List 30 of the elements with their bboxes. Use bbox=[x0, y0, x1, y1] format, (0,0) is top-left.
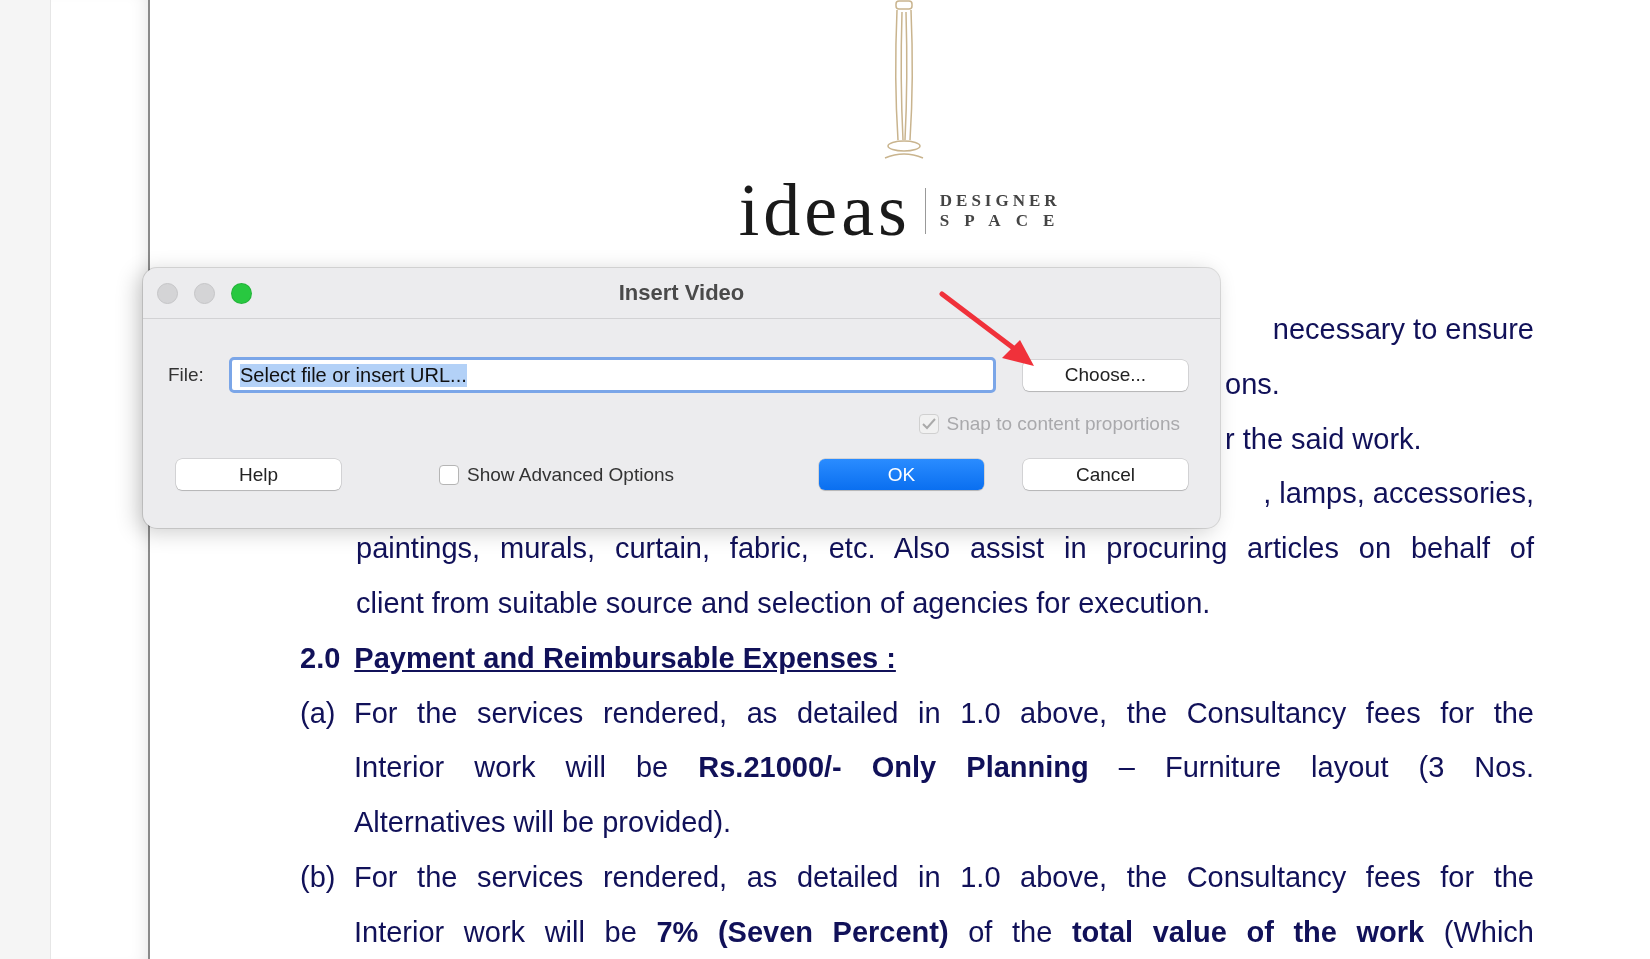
checkbox-label: Snap to content proportions bbox=[946, 413, 1180, 435]
logo-wordmark: ideas bbox=[738, 168, 911, 253]
document-text: Interior work will be 7% (Seven Percent) of the total value of the work (Which bbox=[354, 914, 1534, 950]
checkbox[interactable] bbox=[439, 464, 459, 485]
document-text: r the said work. bbox=[1225, 421, 1422, 457]
zoom-button[interactable] bbox=[231, 282, 252, 304]
file-input-field[interactable]: Select file or insert URL... bbox=[229, 357, 996, 393]
dialog-title: Insert Video bbox=[618, 280, 745, 306]
help-button[interactable]: Help bbox=[176, 459, 341, 490]
document-text: For the services rendered, as detailed in 1.0 above, the Consultancy fees for the bbox=[354, 695, 1534, 731]
item-label: (a) bbox=[300, 695, 337, 731]
cancel-button[interactable]: Cancel bbox=[1023, 459, 1188, 490]
file-label: File: bbox=[168, 364, 205, 386]
choose-button[interactable]: Choose... bbox=[1023, 359, 1188, 391]
logo-tagline: SPACE bbox=[939, 210, 1070, 231]
document-text: paintings, murals, curtain, fabric, etc. Also assist in procuring articles on behalf of bbox=[356, 531, 1534, 567]
ok-button[interactable]: OK bbox=[819, 459, 984, 490]
checkmark-icon bbox=[921, 418, 936, 430]
item-label: (b) bbox=[300, 859, 337, 895]
section-heading: Payment and Reimbursable Expenses : bbox=[354, 640, 896, 676]
checkbox-label: Show Advanced Options bbox=[467, 463, 675, 486]
document-text: Alternatives will be provided). bbox=[354, 805, 732, 841]
document-text: For the services rendered, as detailed in 1.0 above, the Consultancy fees for the bbox=[354, 859, 1534, 895]
logo-tagline: DESIGNER bbox=[939, 190, 1062, 211]
document-text: Interior work will be Rs.21000/- Only Planning – Furniture layout (3 Nos. bbox=[354, 750, 1534, 786]
section-number: 2.0 bbox=[300, 640, 341, 676]
document-text: client from suitable source and selection of agencies for execution. bbox=[356, 586, 1211, 621]
document-text: necessary to ensure bbox=[1272, 312, 1534, 347]
document-text: , lamps, accessories, bbox=[1263, 476, 1534, 512]
document-text: ons. bbox=[1225, 366, 1280, 402]
